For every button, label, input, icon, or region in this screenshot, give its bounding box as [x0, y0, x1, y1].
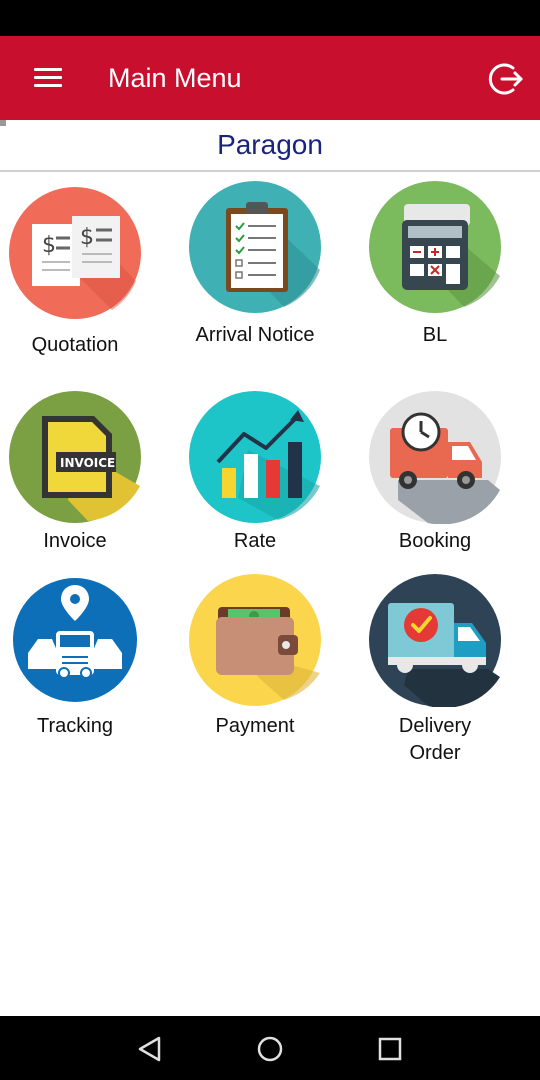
- svg-text:INVOICE: INVOICE: [60, 456, 115, 470]
- menu-label-arrival-notice: Arrival Notice: [195, 324, 315, 346]
- bl-calculator-icon: [369, 181, 501, 313]
- menu-tile-payment[interactable]: Payment: [180, 573, 330, 740]
- menu-tile-quotation[interactable]: $ $ Quotation: [0, 186, 150, 359]
- menu-label-quotation: Quotation: [31, 334, 119, 356]
- menu-tile-invoice[interactable]: INVOICE Invoice: [0, 390, 150, 555]
- tracking-icon: [9, 574, 141, 706]
- booking-truck-icon: [369, 391, 501, 524]
- menu-tile-rate[interactable]: Rate: [180, 390, 330, 555]
- payment-wallet-icon: [189, 574, 321, 706]
- status-bar: [0, 0, 540, 36]
- menu-label-booking: Booking: [398, 530, 472, 552]
- logout-icon[interactable]: [488, 60, 526, 98]
- menu-label-bl: BL: [422, 324, 448, 346]
- arrival-notice-icon: [189, 181, 321, 313]
- menu-label-delivery-order: Delivery Order: [398, 715, 472, 764]
- quotation-icon: $ $: [9, 187, 141, 319]
- menu-label-invoice: Invoice: [43, 530, 107, 552]
- invoice-icon: INVOICE: [9, 391, 141, 523]
- hamburger-menu-icon[interactable]: [34, 68, 62, 88]
- menu-tile-delivery-order[interactable]: Delivery Order: [360, 573, 510, 767]
- menu-tile-arrival-notice[interactable]: Arrival Notice: [180, 180, 330, 349]
- home-icon[interactable]: [255, 1034, 285, 1064]
- menu-label-payment: Payment: [215, 715, 295, 737]
- system-nav-bar: [0, 1016, 540, 1080]
- delivery-order-icon: [369, 574, 501, 707]
- menu-tile-booking[interactable]: Booking: [360, 390, 510, 555]
- company-header: Paragon: [0, 120, 540, 172]
- rate-chart-icon: [189, 391, 321, 523]
- app-bar: Main Menu: [0, 36, 540, 120]
- menu-tile-tracking[interactable]: Tracking: [0, 573, 150, 740]
- recents-icon[interactable]: [375, 1034, 405, 1064]
- back-icon[interactable]: [135, 1034, 165, 1064]
- svg-text:$: $: [42, 233, 56, 258]
- menu-label-rate: Rate: [233, 530, 277, 552]
- menu-label-tracking: Tracking: [37, 715, 113, 737]
- page-title: Main Menu: [108, 63, 242, 93]
- svg-text:$: $: [80, 225, 94, 250]
- menu-tile-bl[interactable]: BL: [360, 180, 510, 349]
- company-name: Paragon: [217, 129, 323, 160]
